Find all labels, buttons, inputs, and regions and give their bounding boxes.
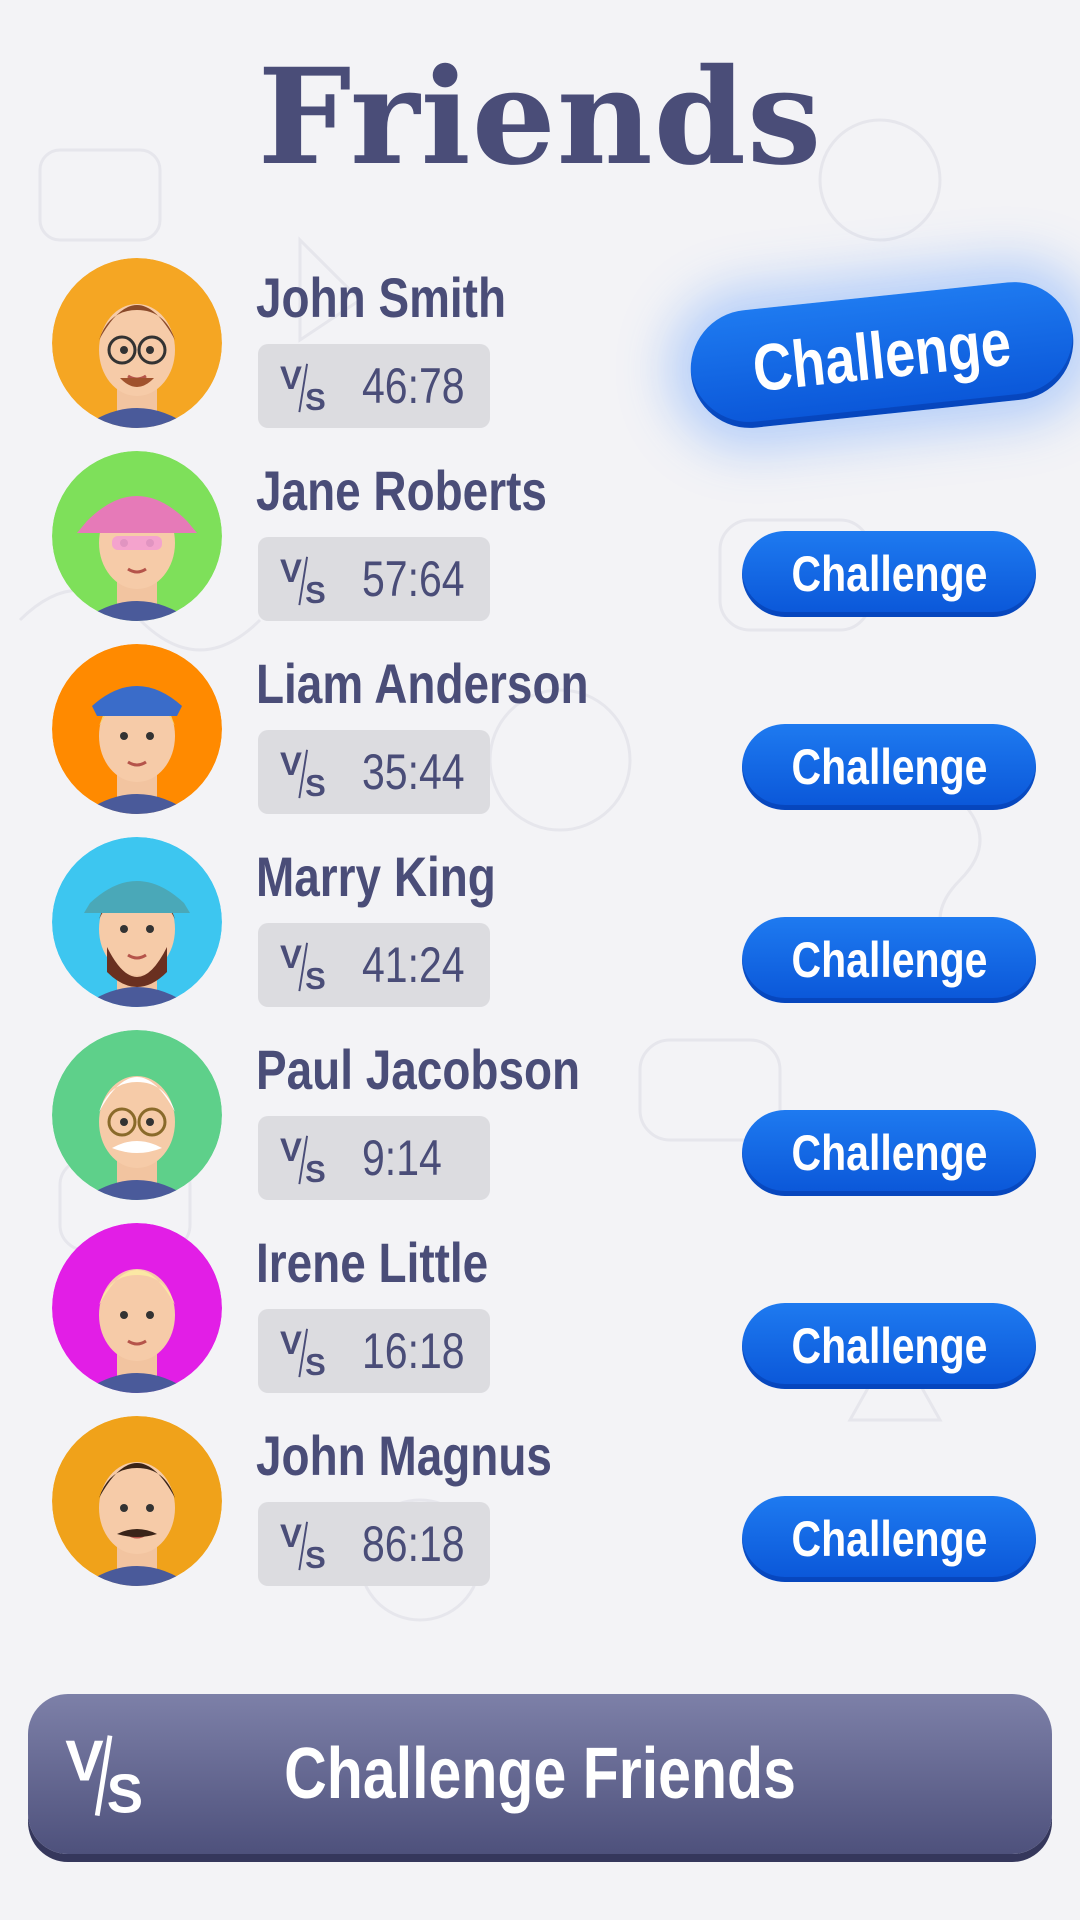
svg-text:S: S <box>305 1540 326 1574</box>
svg-text:S: S <box>305 1347 326 1381</box>
score-badge: V S 16:18 <box>258 1309 490 1393</box>
avatar[interactable] <box>52 258 222 428</box>
friend-row: Marry King V S 41:24 Challenge <box>0 837 1080 1017</box>
svg-text:S: S <box>305 961 326 995</box>
vs-icon: V S <box>280 1131 326 1188</box>
friend-row: Liam Anderson V S 35:44 Challenge <box>0 644 1080 824</box>
friend-name: John Smith <box>256 266 507 329</box>
score-value: 16:18 <box>362 1323 465 1379</box>
challenge-button[interactable]: Challenge <box>742 1496 1036 1582</box>
challenge-button[interactable]: Challenge <box>742 724 1036 810</box>
avatar[interactable] <box>52 837 222 1007</box>
svg-text:V: V <box>280 1324 302 1361</box>
friend-row: John Magnus V S 86:18 Challenge <box>0 1416 1080 1596</box>
score-value: 57:64 <box>362 551 465 607</box>
friend-row: Jane Roberts V S 57:64 Challenge <box>0 451 1080 631</box>
vs-icon: V S <box>280 552 326 609</box>
friend-row: Irene Little V S 16:18 Challenge <box>0 1223 1080 1403</box>
score-value: 86:18 <box>362 1516 465 1572</box>
score-value: 35:44 <box>362 744 465 800</box>
svg-text:S: S <box>305 575 326 609</box>
friend-name: John Magnus <box>256 1424 552 1487</box>
vs-icon: V S <box>280 745 326 802</box>
friend-name: Paul Jacobson <box>256 1038 581 1101</box>
avatar[interactable] <box>52 644 222 814</box>
challenge-button[interactable]: Challenge <box>742 531 1036 617</box>
svg-text:V: V <box>280 938 302 975</box>
svg-text:V: V <box>280 552 302 589</box>
score-value: 41:24 <box>362 937 465 993</box>
vs-icon: V S <box>280 359 326 416</box>
page-title: Friends <box>257 40 823 195</box>
score-value: 46:78 <box>362 358 465 414</box>
svg-text:S: S <box>305 768 326 802</box>
score-value: 9:14 <box>362 1130 442 1186</box>
svg-text:V: V <box>280 745 302 782</box>
svg-text:V: V <box>280 1131 302 1168</box>
challenge-button[interactable]: Challenge <box>684 276 1080 434</box>
challenge-button[interactable]: Challenge <box>742 917 1036 1003</box>
avatar[interactable] <box>52 1223 222 1393</box>
challenge-friends-button[interactable]: V S Challenge Friends <box>28 1694 1052 1854</box>
friend-name: Liam Anderson <box>256 652 589 715</box>
svg-text:S: S <box>305 1154 326 1188</box>
svg-text:S: S <box>305 382 326 416</box>
score-badge: V S 57:64 <box>258 537 490 621</box>
score-badge: V S 86:18 <box>258 1502 490 1586</box>
avatar[interactable] <box>52 1030 222 1200</box>
friend-name: Irene Little <box>256 1231 489 1294</box>
vs-icon: V S <box>280 938 326 995</box>
svg-text:V: V <box>280 359 302 396</box>
challenge-button[interactable]: Challenge <box>742 1110 1036 1196</box>
svg-text:V: V <box>280 1517 302 1554</box>
vs-icon: V S <box>280 1517 326 1574</box>
avatar[interactable] <box>52 451 222 621</box>
friend-name: Jane Roberts <box>256 459 547 522</box>
vs-icon: V S <box>280 1324 326 1381</box>
friend-name: Marry King <box>256 845 496 908</box>
challenge-friends-label: Challenge Friends <box>284 1734 796 1814</box>
friend-row: John Smith V S 46:78 Challenge <box>0 258 1080 438</box>
score-badge: V S 46:78 <box>258 344 490 428</box>
score-badge: V S 41:24 <box>258 923 490 1007</box>
score-badge: V S 35:44 <box>258 730 490 814</box>
challenge-button[interactable]: Challenge <box>742 1303 1036 1389</box>
friend-row: Paul Jacobson V S 9:14 Challenge <box>0 1030 1080 1210</box>
avatar[interactable] <box>52 1416 222 1586</box>
score-badge: V S 9:14 <box>258 1116 490 1200</box>
